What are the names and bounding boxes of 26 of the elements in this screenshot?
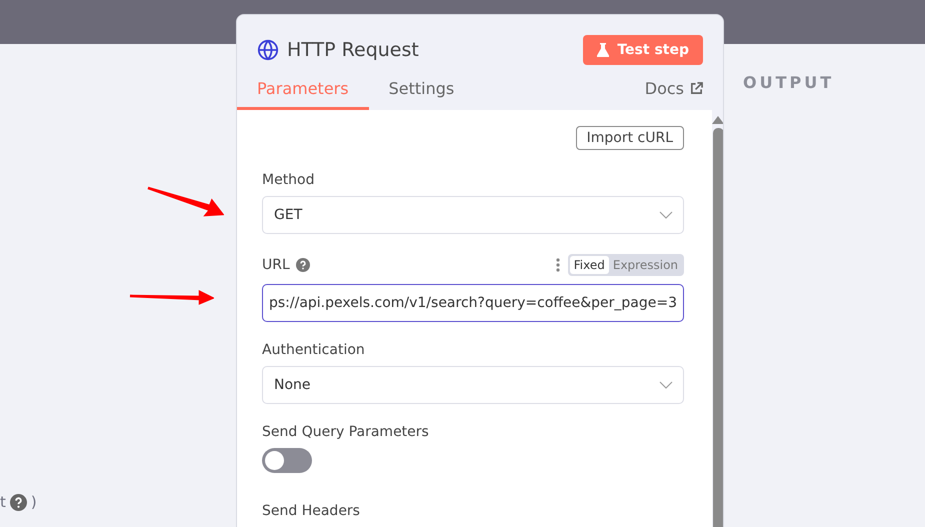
select-field[interactable]: GET [262,196,684,234]
truncated-text: ) [30,493,37,511]
external-link-icon [690,82,703,95]
output-label: OUTPUT [743,73,834,92]
flask-icon [597,43,610,57]
chevron-down-icon [659,381,674,389]
more-options-icon[interactable] [556,258,560,272]
toggle-switch[interactable] [262,448,312,473]
scroll-up-icon[interactable] [712,116,723,124]
help-icon [10,494,27,510]
url-input-field[interactable]: ps://api.pexels.com/v1/search?query=coffee&per_page=3 [262,284,684,322]
field-label: URL [262,257,290,273]
panel-title: HTTP Request [287,39,419,61]
field-label: Method [262,172,316,188]
globe-icon [257,39,279,61]
field-label: Send Headers [262,503,361,519]
import-curl-button[interactable]: Import cURL [576,126,684,150]
select-field[interactable]: None [262,366,684,404]
field-label: Send Query Parameters [262,424,430,440]
scrollbar-thumb[interactable] [712,128,723,527]
field-label: Authentication [262,342,366,358]
tab[interactable]: Settings [368,79,474,110]
chevron-down-icon [659,211,674,219]
mode-option[interactable]: Fixed [570,256,609,274]
docs-link[interactable]: Docs [644,79,703,110]
truncated-text: t [0,493,6,511]
